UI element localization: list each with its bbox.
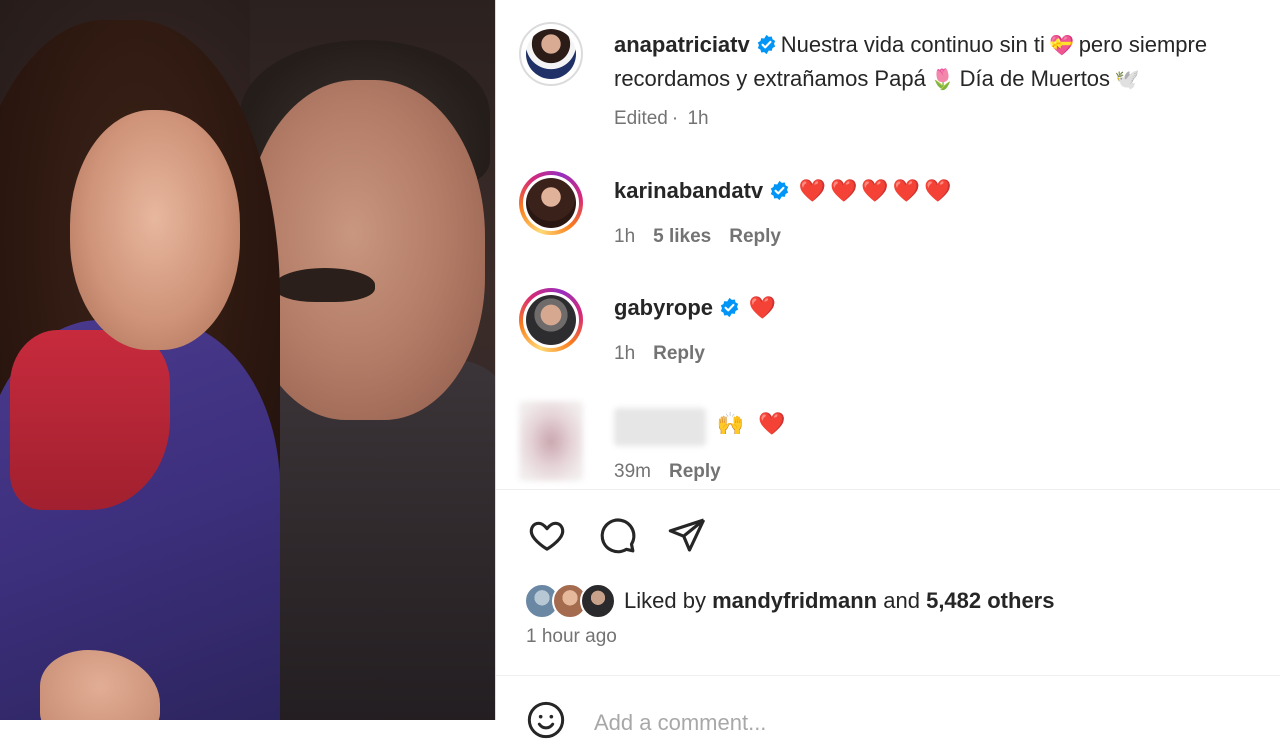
caption-text-line2-tail: Día de Muertos (959, 66, 1111, 91)
caption-text: Nuestra vida continuo sin ti (780, 32, 1045, 57)
commenter-avatar-blurred[interactable] (519, 401, 583, 481)
comment-1-meta: 1h 5 likes Reply (614, 226, 799, 248)
comment-username[interactable]: gabyrope (614, 295, 713, 320)
liked-by-user[interactable]: mandyfridmann (712, 588, 877, 613)
photo-man-mustache (275, 268, 375, 302)
comment-bubble-icon[interactable] (596, 514, 638, 556)
comment-1: karinabandatv ❤️❤️❤️❤️❤️ (614, 178, 956, 206)
liked-by: Liked by mandyfridmann and 5,482 others (524, 583, 1054, 619)
reply-button[interactable]: Reply (653, 343, 705, 364)
comment-username[interactable]: karinabandatv (614, 178, 763, 203)
add-comment-input[interactable]: Add a comment... (594, 710, 766, 736)
post-details-panel: anapatriciatv Nuestra vida continuo sin t… (495, 0, 1280, 739)
heart-outline-icon[interactable] (526, 514, 568, 556)
liked-by-text: Liked by mandyfridmann and 5,482 others (624, 588, 1054, 614)
edited-time: 1h (687, 108, 709, 129)
comment-divider (496, 675, 1280, 676)
liked-by-others[interactable]: 5,482 others (926, 588, 1054, 613)
photo-man-face (245, 80, 485, 420)
flower-emoji: 🌷 (930, 69, 956, 91)
dove-emoji: 🕊️ (1114, 69, 1140, 91)
verified-badge-icon (769, 180, 790, 206)
comment-3: 🙌 ❤️ (614, 408, 789, 446)
verified-badge-icon (719, 297, 740, 323)
caption-line-2: recordamos y extrañamos Papá 🌷 Día de Mu… (614, 66, 1139, 92)
comment-username-blurred[interactable] (614, 408, 706, 446)
post-actions (526, 514, 708, 556)
liker-avatar (580, 583, 616, 619)
comment-2-meta: 1h Reply (614, 343, 723, 365)
paper-plane-icon[interactable] (666, 514, 708, 556)
author-avatar[interactable] (519, 22, 583, 86)
heart-ribbon-emoji: 💝 (1049, 35, 1075, 57)
comment-text: ❤️ (748, 295, 780, 320)
photo-woman-face (70, 110, 240, 350)
comment-text: 🙌 ❤️ (716, 411, 790, 437)
comment-time: 1h (614, 343, 636, 364)
comment-3-meta: 39m Reply (614, 461, 739, 483)
post-photo[interactable] (0, 0, 495, 720)
reply-button[interactable]: Reply (729, 226, 781, 247)
caption-line-1: anapatriciatv Nuestra vida continuo sin t… (614, 32, 1207, 60)
actions-divider (496, 489, 1280, 490)
caption-meta: Edited · 1h (614, 108, 709, 129)
photo-woman-collar (10, 330, 170, 510)
add-comment-bar: Add a comment... (526, 700, 766, 745)
reply-button[interactable]: Reply (669, 461, 721, 482)
edited-label: Edited (614, 108, 668, 129)
comment-text: ❤️❤️❤️❤️❤️ (798, 178, 956, 203)
liked-by-prefix: Liked by (624, 588, 706, 613)
verified-badge-icon (756, 34, 777, 60)
author-username[interactable]: anapatriciatv (614, 32, 750, 57)
smiley-icon[interactable] (526, 700, 566, 745)
comment-time: 1h (614, 226, 636, 247)
liker-avatars[interactable] (524, 583, 616, 619)
commenter-avatar-gabyrope[interactable] (519, 288, 583, 352)
comment-2: gabyrope ❤️ (614, 295, 780, 323)
caption-text-line2: recordamos y extrañamos Papá (614, 66, 926, 91)
liked-by-and: and (883, 588, 920, 613)
caption-text-tail: pero siempre (1078, 32, 1208, 57)
commenter-avatar-karinabandatv[interactable] (519, 171, 583, 235)
comment-likes[interactable]: 5 likes (653, 226, 711, 247)
comment-time: 39m (614, 461, 651, 482)
post-time-ago[interactable]: 1 hour ago (526, 626, 617, 648)
